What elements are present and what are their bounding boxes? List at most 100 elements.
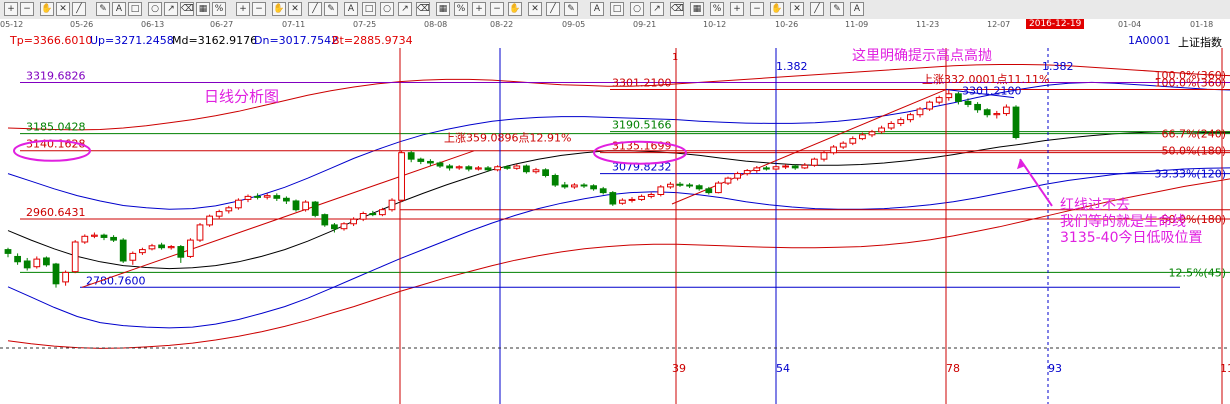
candle-body [484, 167, 492, 171]
date-tick: 11-09 [845, 20, 869, 29]
chart-toolbar: + − ✋ ✕ ╱ ✎ A □ ○ ↗ ⌫ ▦% + − ✋ ✕ ╱ ✎ A □ ○ ↗ ⌫ ▦% + − ✋ ✕ ╱ ✎ A □ ○ ↗ ⌫ ▦% +… [0, 0, 1230, 20]
text-icon[interactable]: A [344, 2, 358, 16]
candle-body [417, 158, 425, 162]
candle-body [446, 165, 453, 169]
candle-body [878, 127, 885, 133]
grid-icon[interactable]: ▦ [436, 2, 450, 16]
cross-icon[interactable]: ✕ [288, 2, 302, 16]
hand-icon[interactable]: ✋ [770, 2, 784, 16]
grid-icon[interactable]: ▦ [690, 2, 704, 16]
arrow-icon[interactable]: ↗ [398, 2, 412, 16]
circle-icon[interactable]: ○ [380, 2, 394, 16]
eraser-icon[interactable]: ⌫ [416, 2, 430, 16]
candle-body [119, 239, 127, 262]
line-icon[interactable]: ╱ [308, 2, 322, 16]
candle-body [532, 169, 540, 173]
pen-icon[interactable]: ✎ [324, 2, 338, 16]
annotation-text: 红线过不去 [1060, 198, 1130, 214]
candle-body [686, 184, 693, 187]
cross-icon[interactable]: ✕ [528, 2, 542, 16]
circle-icon[interactable]: ○ [148, 2, 162, 16]
candle-body [379, 209, 386, 216]
candle-body [542, 169, 549, 177]
rise-label: 上涨359.0896点12.91% [444, 131, 571, 144]
candle-body [81, 235, 89, 243]
zoom-out-icon[interactable]: − [750, 2, 764, 16]
eraser-icon[interactable]: ⌫ [180, 2, 194, 16]
hand-icon[interactable]: ✋ [508, 2, 522, 16]
box-icon[interactable]: □ [610, 2, 624, 16]
candle-body [715, 182, 722, 194]
cross-icon[interactable]: ✕ [56, 2, 70, 16]
candle-body [235, 199, 242, 209]
pen-icon[interactable]: ✎ [830, 2, 844, 16]
candle-body [388, 199, 396, 211]
grid-icon[interactable]: ▦ [196, 2, 210, 16]
candle-body [100, 234, 108, 238]
candle-body [196, 224, 204, 241]
candle-body [206, 215, 213, 226]
candle-body [897, 119, 905, 124]
candle-body [599, 188, 607, 194]
candle-body [263, 195, 271, 198]
fib-level-label: 33.33%(120) [1154, 168, 1226, 181]
outer-lower-band-line [7, 178, 1230, 349]
text-icon[interactable]: A [590, 2, 604, 16]
pen-icon[interactable]: ✎ [96, 2, 110, 16]
candle-body [887, 122, 895, 129]
box-icon[interactable]: □ [362, 2, 376, 16]
candle-body [964, 100, 972, 105]
bt-value: Bt=2885.9734 [332, 34, 413, 47]
zoom-in-icon[interactable]: + [236, 2, 250, 16]
percent-icon[interactable]: % [710, 2, 724, 16]
line-icon[interactable]: ╱ [810, 2, 824, 16]
ratio-label: 1.382 [1042, 60, 1074, 73]
date-tick: 10-12 [703, 20, 727, 29]
zoom-out-icon[interactable]: − [252, 2, 266, 16]
candle-body [705, 188, 713, 194]
zoom-in-icon[interactable]: + [730, 2, 744, 16]
candle-body [926, 101, 933, 110]
chart-title: 日线分析图 [204, 87, 279, 105]
box-icon[interactable]: □ [128, 2, 142, 16]
candle-body [743, 170, 751, 175]
candle-body [52, 263, 60, 285]
candle-body [724, 177, 732, 184]
circle-icon[interactable]: ○ [630, 2, 644, 16]
price-level-label: 3301.2100 [962, 85, 1022, 98]
zoom-in-icon[interactable]: + [4, 2, 18, 16]
pen-icon[interactable]: ✎ [564, 2, 578, 16]
indicator-info-bar: Tp=3366.6010 Up=3271.2458 Md=3162.9176 D… [0, 32, 1230, 49]
arrow-icon[interactable]: ↗ [164, 2, 178, 16]
candle-body [647, 194, 655, 197]
text-icon[interactable]: A [850, 2, 864, 16]
candle-body [619, 199, 626, 204]
hand-icon[interactable]: ✋ [40, 2, 54, 16]
price-level-label: 3140.1628 [26, 138, 86, 151]
index-code: 1A0001 [1128, 34, 1171, 47]
candle-body [244, 195, 252, 200]
zoom-out-icon[interactable]: − [490, 2, 504, 16]
text-icon[interactable]: A [112, 2, 126, 16]
candle-body [177, 246, 185, 258]
candle-body [71, 241, 79, 273]
percent-icon[interactable]: % [454, 2, 468, 16]
eraser-icon[interactable]: ⌫ [670, 2, 684, 16]
candle-body [561, 184, 569, 188]
cross-icon[interactable]: ✕ [790, 2, 804, 16]
line-icon[interactable]: ╱ [72, 2, 86, 16]
candle-body [667, 183, 674, 188]
annotation-text: 我们等的就是生命线 [1060, 213, 1186, 230]
candle-body [129, 252, 137, 261]
annotation-text: 3135-40今日低吸位置 [1060, 230, 1203, 246]
hand-icon[interactable]: ✋ [272, 2, 286, 16]
zoom-in-icon[interactable]: + [472, 2, 486, 16]
percent-icon[interactable]: % [212, 2, 226, 16]
price-level-label: 3190.5166 [612, 119, 672, 132]
candle-body [465, 166, 473, 170]
up-value: Up=3271.2458 [90, 34, 174, 47]
date-tick: 07-11 [282, 20, 306, 29]
line-icon[interactable]: ╱ [546, 2, 560, 16]
arrow-icon[interactable]: ↗ [650, 2, 664, 16]
zoom-out-icon[interactable]: − [20, 2, 34, 16]
